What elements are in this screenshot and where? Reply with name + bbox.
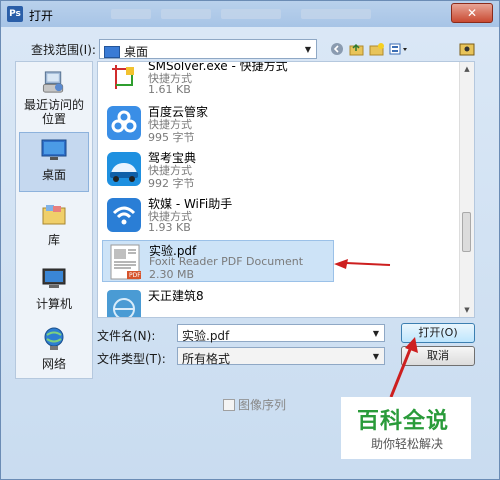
filename-label: 文件名(N): xyxy=(97,329,156,343)
back-icon[interactable] xyxy=(329,41,345,57)
file-list[interactable]: SMSolver.exe - 快捷方式 快捷方式 1.61 KB 百度云管家 快… xyxy=(97,61,475,318)
blurred-tab xyxy=(161,9,211,19)
scroll-down-icon[interactable]: ▼ xyxy=(460,303,474,317)
place-label: 桌面 xyxy=(41,168,66,182)
up-folder-icon[interactable] xyxy=(349,41,365,57)
photoshop-app-icon: Ps xyxy=(7,6,23,22)
file-type: Foxit Reader PDF Document xyxy=(149,255,304,268)
image-sequence-option[interactable]: 图像序列 xyxy=(223,396,286,413)
place-label: 计算机 xyxy=(35,297,72,311)
title-bar[interactable]: Ps 打开 ✕ xyxy=(1,1,499,27)
file-item[interactable]: 天正建筑8 xyxy=(102,286,334,317)
place-label: 最近访问的位置 xyxy=(24,98,85,126)
watermark: 百科全说 助你轻松解决 xyxy=(341,397,471,459)
pdf-icon: PDF xyxy=(110,244,141,280)
svg-text:PDF: PDF xyxy=(129,272,141,279)
desktop-small-icon xyxy=(104,45,120,58)
chevron-down-icon[interactable]: ▼ xyxy=(368,325,384,341)
place-label: 库 xyxy=(47,233,60,247)
file-item[interactable]: 驾考宝典 快捷方式 992 字节 xyxy=(102,148,334,190)
place-desktop[interactable]: 桌面 xyxy=(19,132,89,192)
place-recent[interactable]: 最近访问的位置 xyxy=(19,66,89,126)
annotation-arrow-icon xyxy=(334,259,391,269)
desktop-icon xyxy=(41,139,67,160)
place-label: 网络 xyxy=(41,357,66,371)
filename-value: 实验.pdf xyxy=(182,329,230,343)
new-folder-icon[interactable] xyxy=(369,41,385,57)
computer-icon xyxy=(42,268,66,288)
file-size: 1.93 KB xyxy=(148,221,191,234)
watermark-subtitle: 助你轻松解决 xyxy=(371,437,444,451)
open-dialog: Ps 打开 ✕ 查找范围(I): 桌面 ▼ 最近访问的位置 桌面 库 计算机 网… xyxy=(0,0,500,480)
tangent-icon xyxy=(107,290,141,317)
blurred-tab xyxy=(221,9,281,19)
annotation-arrow-icon xyxy=(389,337,418,398)
wifi-icon xyxy=(107,198,141,232)
blurred-tab xyxy=(301,9,371,19)
filename-input[interactable]: 实验.pdf ▼ xyxy=(177,324,385,343)
lookin-combo[interactable]: 桌面 ▼ xyxy=(99,39,317,59)
place-network[interactable]: 网络 xyxy=(19,322,89,382)
file-item[interactable]: SMSolver.exe - 快捷方式 快捷方式 1.61 KB xyxy=(102,62,334,98)
jiakao-car-icon xyxy=(107,152,141,186)
filetype-value: 所有格式 xyxy=(182,352,231,366)
image-sequence-label: 图像序列 xyxy=(238,398,287,412)
window-title: 打开 xyxy=(29,9,54,23)
file-name: 天正建筑8 xyxy=(148,289,204,303)
watermark-title: 百科全说 xyxy=(357,409,450,434)
filetype-select[interactable]: 所有格式 ▼ xyxy=(177,347,385,366)
blurred-tab xyxy=(111,9,151,19)
file-size: 1.61 KB xyxy=(148,83,191,96)
place-computer[interactable]: 计算机 xyxy=(19,262,89,322)
file-list-scrollbar[interactable]: ▲ ▼ xyxy=(459,62,474,317)
recent-places-icon xyxy=(42,71,64,93)
baidu-cloud-icon xyxy=(107,106,141,140)
file-item[interactable]: 百度云管家 快捷方式 995 字节 xyxy=(102,102,334,144)
close-button[interactable]: ✕ xyxy=(451,3,493,23)
desktop-pin-icon[interactable] xyxy=(459,41,475,57)
scroll-up-icon[interactable]: ▲ xyxy=(460,62,474,76)
chevron-down-icon[interactable]: ▼ xyxy=(300,40,316,58)
lookin-value: 桌面 xyxy=(124,45,149,59)
file-size: 995 字节 xyxy=(148,131,195,144)
view-menu-icon[interactable] xyxy=(389,41,409,57)
file-size: 992 字节 xyxy=(148,177,195,190)
place-libraries[interactable]: 库 xyxy=(19,198,89,258)
file-size: 2.30 MB xyxy=(149,268,195,281)
scrollbar-thumb[interactable] xyxy=(462,212,471,252)
file-item[interactable]: 软媒 - WiFi助手 快捷方式 1.93 KB xyxy=(102,194,334,236)
image-sequence-checkbox[interactable] xyxy=(223,398,235,411)
file-item-selected[interactable]: PDF 实验.pdf Foxit Reader PDF Document 2.3… xyxy=(102,240,334,282)
chevron-down-icon[interactable]: ▼ xyxy=(368,348,384,364)
network-icon xyxy=(44,327,64,350)
lookin-label: 查找范围(I): xyxy=(31,43,96,57)
smsolver-icon xyxy=(108,62,140,93)
places-bar: 最近访问的位置 桌面 库 计算机 网络 xyxy=(15,61,93,379)
libraries-icon xyxy=(42,205,66,225)
filetype-label: 文件类型(T): xyxy=(97,352,166,366)
